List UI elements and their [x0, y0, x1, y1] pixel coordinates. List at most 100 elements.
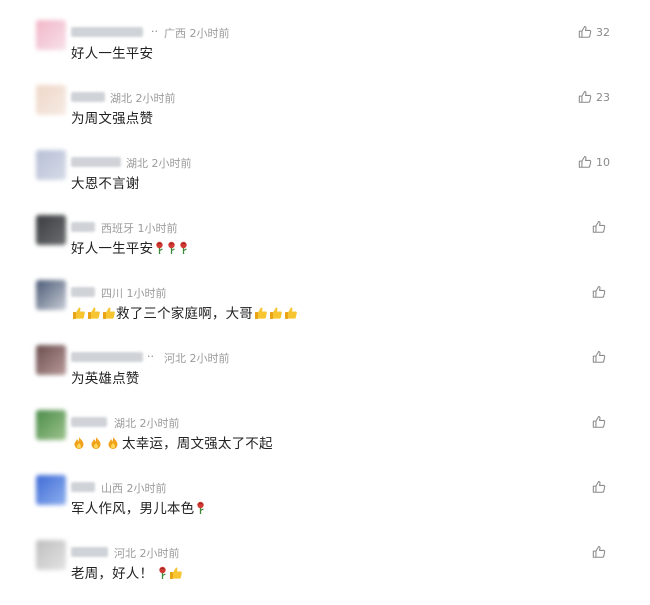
comment-location: 山西 — [101, 482, 123, 495]
comment-time: 2小时前 — [151, 157, 192, 170]
thumbs-up-emoji-icon — [88, 307, 100, 319]
username-redacted[interactable] — [71, 92, 105, 102]
rose-emoji-icon — [156, 241, 163, 254]
thumbs-up-emoji-icon — [73, 307, 85, 319]
username-redacted[interactable] — [71, 27, 143, 37]
avatar[interactable] — [36, 215, 66, 245]
thumbs-up-outline-icon — [592, 546, 606, 558]
like-count: 23 — [596, 90, 610, 104]
comment-meta: 河北 2小时前 — [164, 350, 230, 366]
rose-emoji-icon — [180, 241, 187, 254]
comment-item: 山西 2小时前 军人作风，男儿本色 — [0, 475, 650, 540]
comment-text: 大恩不言谢 — [71, 172, 140, 192]
comment-time: 2小时前 — [126, 482, 167, 495]
comment-item: .. 广西 2小时前 好人一生平安 32 — [0, 20, 650, 85]
comment-time: 1小时前 — [126, 287, 167, 300]
comment-location: 湖北 — [110, 92, 132, 105]
fire-emoji-icon — [108, 437, 118, 449]
like-count: 32 — [596, 25, 610, 39]
comment-text-content: 好人一生平安 — [71, 241, 154, 257]
comment-time: 2小时前 — [139, 547, 180, 560]
comment-text-content: 好人一生平安 — [71, 46, 154, 62]
thumbs-up-outline-icon — [592, 481, 606, 493]
avatar[interactable] — [36, 280, 66, 310]
avatar[interactable] — [36, 540, 66, 570]
avatar[interactable] — [36, 85, 66, 115]
like-button[interactable]: 32 — [578, 25, 610, 39]
comment-text: 好人一生平安 — [71, 237, 189, 257]
comment-item: .. 河北 2小时前 为英雄点赞 — [0, 345, 650, 410]
comment-meta: 湖北 2小时前 — [114, 415, 180, 431]
comment-location: 河北 — [114, 547, 136, 560]
avatar[interactable] — [36, 150, 66, 180]
comment-time: 2小时前 — [135, 92, 176, 105]
like-button[interactable]: 23 — [578, 90, 610, 104]
like-button[interactable] — [592, 350, 610, 364]
rose-emoji-icon — [168, 241, 175, 254]
username-ellipsis: .. — [151, 22, 158, 35]
comment-text: 为周文强点赞 — [71, 107, 153, 127]
thumbs-up-emoji-icon — [255, 307, 267, 319]
comment-meta: 广西 2小时前 — [164, 25, 230, 41]
comment-item: 湖北 2小时前 太幸运，周文强太了不起 — [0, 410, 650, 475]
like-count: 10 — [596, 155, 610, 169]
comment-text-content: 老周，好人！ — [71, 566, 154, 582]
comment-time: 2小时前 — [189, 352, 230, 365]
comment-location: 广西 — [164, 27, 186, 40]
avatar[interactable] — [36, 475, 66, 505]
thumbs-up-outline-icon — [578, 26, 592, 38]
comment-item: 湖北 2小时前 大恩不言谢 10 — [0, 150, 650, 215]
like-button[interactable] — [592, 545, 610, 559]
avatar[interactable] — [36, 20, 66, 50]
comment-meta: 河北 2小时前 — [114, 545, 180, 561]
comment-text-content: 太幸运，周文强太了不起 — [122, 436, 273, 452]
username-redacted[interactable] — [71, 352, 143, 362]
username-redacted[interactable] — [71, 222, 95, 232]
avatar[interactable] — [36, 345, 66, 375]
comment-text: 太幸运，周文强太了不起 — [71, 432, 273, 452]
comment-text-content: 为周文强点赞 — [71, 111, 154, 127]
comment-text: 救了三个家庭啊，大哥 — [71, 302, 298, 322]
comment-item: 河北 2小时前 老周，好人！ — [0, 540, 650, 605]
comment-location: 湖北 — [126, 157, 148, 170]
comment-time: 2小时前 — [139, 417, 180, 430]
comment-location: 四川 — [101, 287, 123, 300]
username-redacted[interactable] — [71, 157, 121, 167]
thumbs-up-outline-icon — [592, 286, 606, 298]
thumbs-up-emoji-icon — [285, 307, 297, 319]
comment-item: 西班牙 1小时前 好人一生平安 — [0, 215, 650, 280]
comment-text-content: 为英雄点赞 — [71, 371, 140, 387]
fire-emoji-icon — [74, 437, 84, 449]
thumbs-up-emoji-icon — [103, 307, 115, 319]
username-redacted[interactable] — [71, 417, 107, 427]
comment-item: 湖北 2小时前 为周文强点赞 23 — [0, 85, 650, 150]
comment-text: 为英雄点赞 — [71, 367, 140, 387]
comment-meta: 西班牙 1小时前 — [101, 220, 178, 236]
thumbs-up-outline-icon — [578, 91, 592, 103]
rose-emoji-icon — [159, 566, 166, 579]
comment-text-content: 军人作风，男儿本色 — [71, 501, 195, 517]
like-button[interactable] — [592, 415, 610, 429]
username-redacted[interactable] — [71, 547, 108, 557]
like-button[interactable]: 10 — [578, 155, 610, 169]
thumbs-up-outline-icon — [592, 351, 606, 363]
like-button[interactable] — [592, 480, 610, 494]
comment-text: 军人作风，男儿本色 — [71, 497, 206, 517]
fire-emoji-icon — [91, 437, 101, 449]
thumbs-up-outline-icon — [592, 221, 606, 233]
comment-text: 好人一生平安 — [71, 42, 153, 62]
thumbs-up-outline-icon — [578, 156, 592, 168]
comment-text-content: 大恩不言谢 — [71, 176, 140, 192]
comment-text-content: 救了三个家庭啊，大哥 — [116, 306, 253, 322]
like-button[interactable] — [592, 285, 610, 299]
username-ellipsis: .. — [147, 347, 154, 360]
username-redacted[interactable] — [71, 287, 95, 297]
comment-meta: 山西 2小时前 — [101, 480, 167, 496]
like-button[interactable] — [592, 220, 610, 234]
comment-meta: 湖北 2小时前 — [126, 155, 192, 171]
comment-location: 河北 — [164, 352, 186, 365]
thumbs-up-outline-icon — [592, 416, 606, 428]
avatar[interactable] — [36, 410, 66, 440]
comment-location: 湖北 — [114, 417, 136, 430]
username-redacted[interactable] — [71, 482, 95, 492]
